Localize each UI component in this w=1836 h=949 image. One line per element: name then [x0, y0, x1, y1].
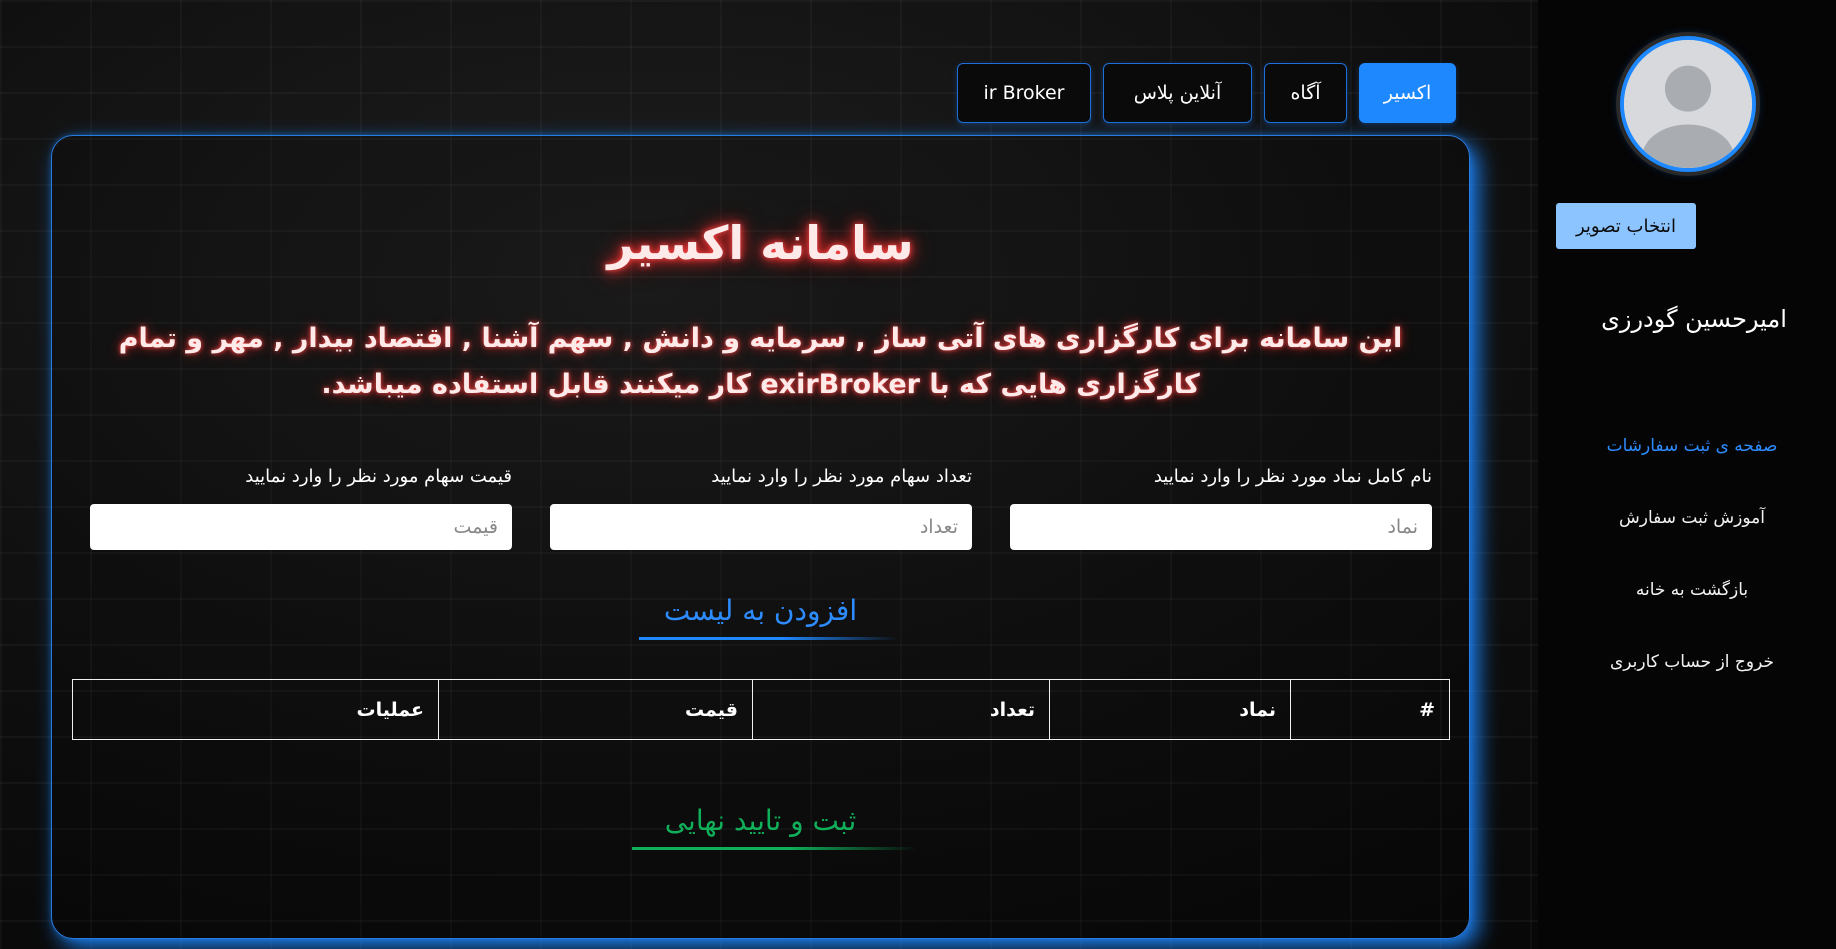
tab-online-plus[interactable]: آنلاین پلاس	[1103, 63, 1252, 123]
page-title: سامانه اکسیر	[607, 216, 914, 270]
choose-image-button[interactable]: انتخاب تصویر	[1556, 203, 1696, 249]
table-header-row: # نماد تعداد قیمت عملیات	[72, 679, 1450, 740]
col-header-quantity: تعداد	[752, 679, 1050, 740]
final-submit-label: ثبت و تایید نهایی	[664, 804, 857, 837]
sidebar: انتخاب تصویر امیرحسین گودرزی صفحه ی ثبت …	[1538, 0, 1836, 949]
nav-item-order-page[interactable]: صفحه ی ثبت سفارشات	[1538, 436, 1836, 456]
final-submit-button[interactable]: ثبت و تایید نهایی	[52, 804, 1469, 837]
order-card: سامانه اکسیر این سامانه برای کارگزاری ها…	[51, 135, 1470, 939]
avatar[interactable]	[1620, 36, 1756, 172]
quantity-label: تعداد سهام مورد نظر را وارد نمایید	[711, 466, 972, 487]
symbol-label: نام کامل نماد مورد نظر را وارد نمایید	[1153, 466, 1432, 487]
add-to-list-button[interactable]: افزودن به لیست	[52, 594, 1469, 627]
symbol-input[interactable]	[1010, 504, 1432, 550]
tab-ir-broker[interactable]: ir Broker	[957, 63, 1091, 123]
price-label: قیمت سهام مورد نظر را وارد نمایید	[245, 466, 512, 487]
col-header-price: قیمت	[438, 679, 753, 740]
col-header-actions: عملیات	[72, 679, 439, 740]
quantity-input[interactable]	[550, 504, 972, 550]
final-submit-underline	[632, 847, 917, 850]
add-to-list-label: افزودن به لیست	[663, 594, 858, 627]
user-name: امیرحسین گودرزی	[1601, 305, 1787, 333]
user-placeholder-icon	[1624, 40, 1752, 168]
col-header-index: #	[1290, 679, 1450, 740]
tab-agah[interactable]: آگاه	[1264, 63, 1347, 123]
nav-item-logout[interactable]: خروج از حساب کاربری	[1538, 652, 1836, 672]
page-description: این سامانه برای کارگزاری های آتی ساز , س…	[118, 323, 1403, 400]
nav-item-back-home[interactable]: بازگشت به خانه	[1538, 580, 1836, 600]
add-to-list-underline	[639, 637, 899, 640]
orders-table: # نماد تعداد قیمت عملیات	[72, 679, 1450, 740]
price-input[interactable]	[90, 504, 512, 550]
tab-exir[interactable]: اکسیر	[1359, 63, 1456, 123]
nav-item-order-tutorial[interactable]: آموزش ثبت سفارش	[1538, 508, 1836, 528]
col-header-symbol: نماد	[1049, 679, 1291, 740]
